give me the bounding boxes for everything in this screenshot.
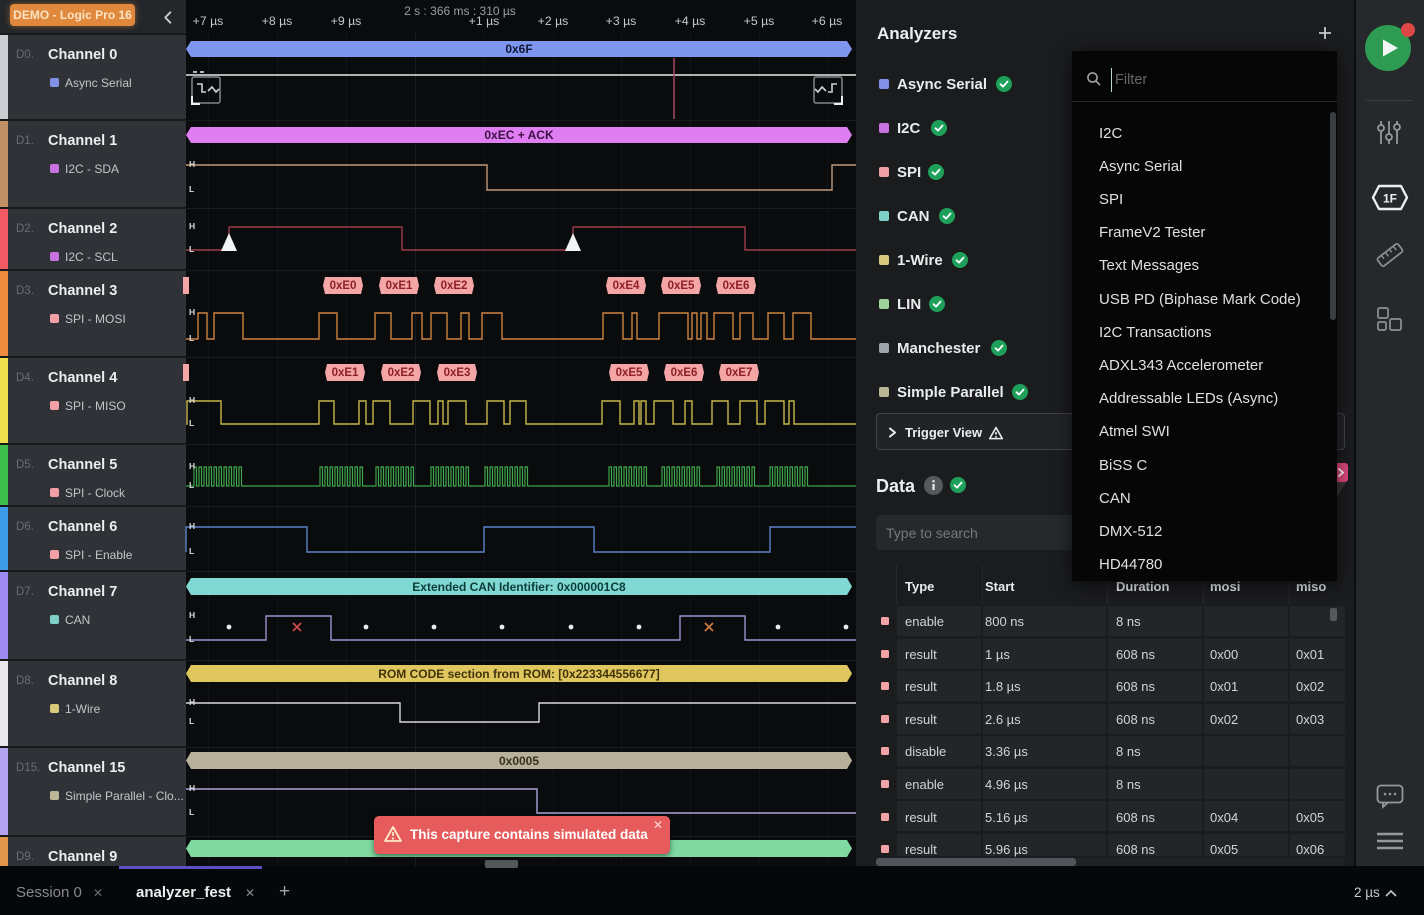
svg-text:1F: 1F [1383,192,1397,206]
